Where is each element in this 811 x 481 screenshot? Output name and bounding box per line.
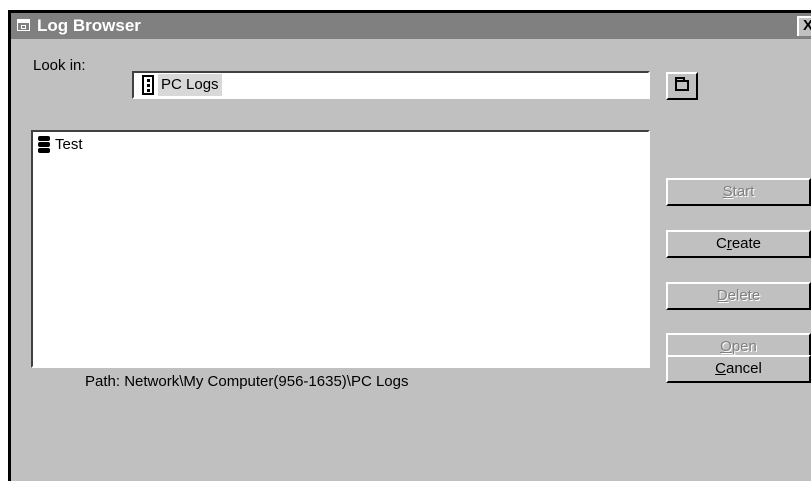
title-bar[interactable]: Log Browser X (11, 13, 811, 39)
cancel-button[interactable]: Cancel (666, 355, 811, 383)
log-list[interactable]: Test (31, 130, 650, 368)
look-in-label: Look in: (33, 57, 86, 74)
close-button[interactable]: X (797, 16, 811, 36)
start-button[interactable]: Start (666, 178, 811, 206)
log-item-icon (36, 136, 52, 154)
window-title: Log Browser (37, 16, 141, 35)
create-button[interactable]: Create (666, 230, 811, 258)
delete-button[interactable]: Delete (666, 282, 811, 310)
path-label: Path: Network\My Computer(956-1635)\PC L… (85, 373, 409, 390)
log-folder-icon (142, 75, 154, 95)
up-folder-icon (675, 77, 689, 91)
window-icon (17, 19, 30, 31)
up-folder-button[interactable] (666, 72, 698, 100)
look-in-value: PC Logs (158, 74, 222, 96)
list-item-label: Test (55, 136, 83, 153)
log-browser-dialog: Log Browser X Look in: PC Logs Test Star… (8, 10, 811, 481)
look-in-combo[interactable]: PC Logs (132, 71, 650, 99)
